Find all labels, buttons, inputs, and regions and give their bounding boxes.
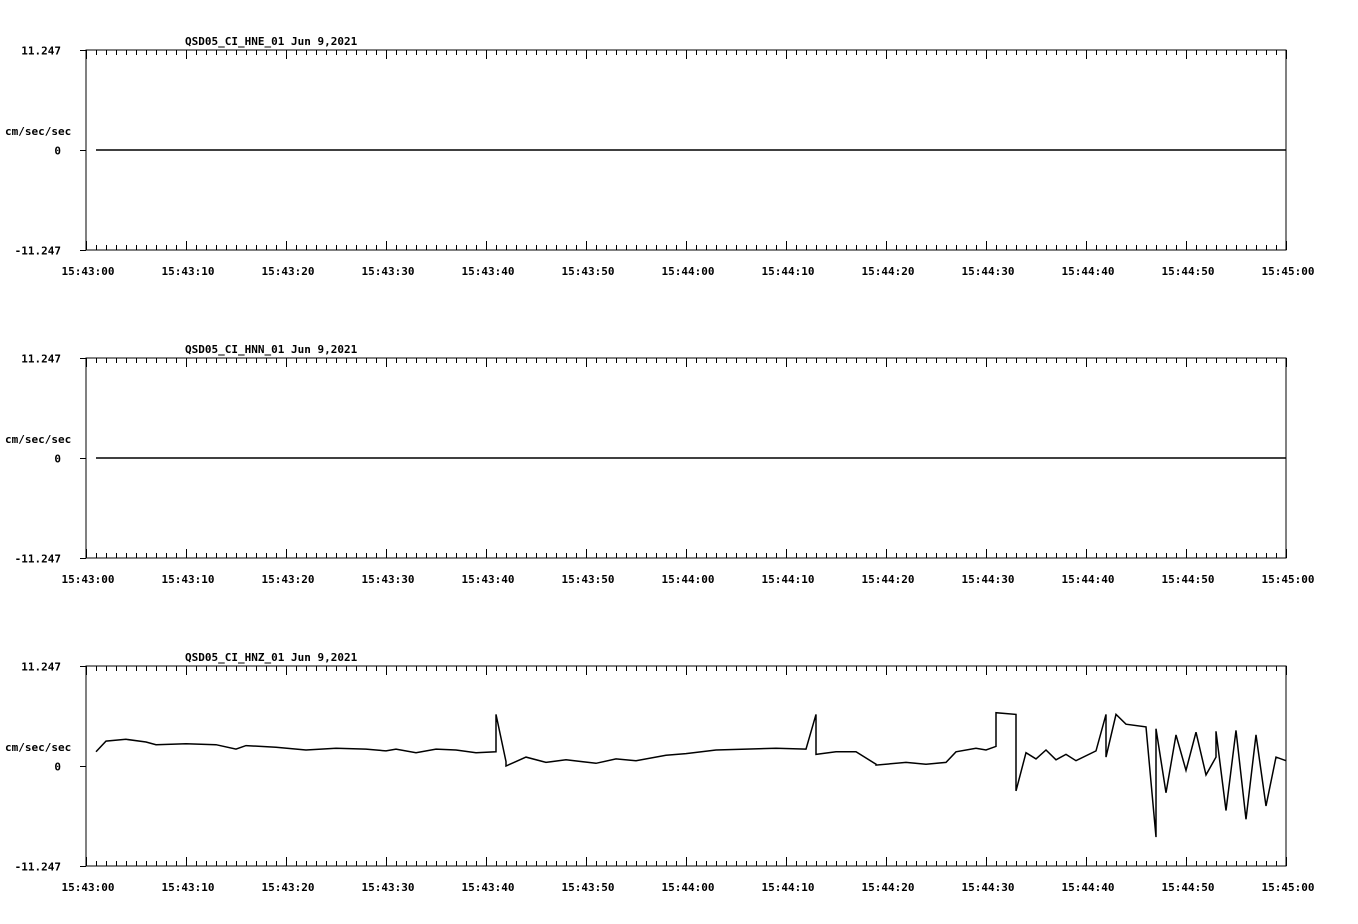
x-tick-label: 15:44:50 [1162,265,1215,278]
x-tick-label: 15:44:50 [1162,573,1215,586]
x-tick-label: 15:44:40 [1062,881,1115,894]
y-tick-label: 11.247 [21,353,61,366]
x-tick-label: 15:43:00 [62,573,115,586]
x-tick-label: 15:43:00 [62,881,115,894]
x-tick-label: 15:44:00 [662,573,715,586]
x-tick-label: 15:44:30 [962,881,1015,894]
x-tick-label: 15:44:30 [962,573,1015,586]
chart-title: QSD05_CI_HNZ_01 Jun 9,2021 [185,651,358,664]
x-tick-label: 15:45:00 [1262,881,1315,894]
x-tick-label: 15:45:00 [1262,573,1315,586]
x-tick-label: 15:43:50 [562,573,615,586]
x-tick-label: 15:44:10 [762,881,815,894]
x-tick-label: 15:43:00 [62,265,115,278]
chart-title: QSD05_CI_HNE_01 Jun 9,2021 [185,35,358,48]
x-tick-label: 15:43:50 [562,881,615,894]
y-axis-label: cm/sec/sec [5,741,71,754]
y-tick-label: -11.247 [15,553,61,566]
x-tick-label: 15:43:20 [262,573,315,586]
y-axis-label: cm/sec/sec [5,125,71,138]
chart-title: QSD05_CI_HNN_01 Jun 9,2021 [185,343,358,356]
y-tick-label: 11.247 [21,661,61,674]
channel-panel-3: 11.247 0 -11.247 cm/sec/sec QSD05_CI_HNZ_01 … [5,651,1314,894]
y-axis-label: cm/sec/sec [5,433,71,446]
x-tick-label: 15:44:10 [762,265,815,278]
channel-panel-1: 11.247 0 -11.247 cm/sec/sec QSD05_CI_HNE_01 … [5,35,1314,278]
waveform-line [95,711,1287,838]
x-tick-label: 15:43:40 [462,881,515,894]
x-tick-label: 15:43:40 [462,265,515,278]
y-tick-label: -11.247 [15,245,61,258]
x-tick-label: 15:43:10 [162,573,215,586]
x-tick-label: 15:44:20 [862,265,915,278]
x-tick-label: 15:45:00 [1262,265,1315,278]
x-tick-label: 15:44:20 [862,573,915,586]
plot-frame [85,665,1287,867]
x-tick-label: 15:43:50 [562,265,615,278]
x-tick-label: 15:44:00 [662,881,715,894]
x-tick-label: 15:43:20 [262,881,315,894]
x-tick-label: 15:43:30 [362,265,415,278]
x-tick-label: 15:43:30 [362,573,415,586]
x-tick-label: 15:44:30 [962,265,1015,278]
y-tick-label: 11.247 [21,45,61,58]
x-tick-label: 15:44:40 [1062,573,1115,586]
x-tick-label: 15:43:10 [162,265,215,278]
x-tick-label: 15:43:10 [162,881,215,894]
channel-panel-2: 11.247 0 -11.247 cm/sec/sec QSD05_CI_HNN_01 … [5,343,1314,586]
y-tick-label: 0 [54,145,61,158]
x-tick-label: 15:44:40 [1062,265,1115,278]
x-tick-label: 15:44:50 [1162,881,1215,894]
y-tick-label: 0 [54,761,61,774]
x-tick-label: 15:43:30 [362,881,415,894]
y-tick-label: 0 [54,453,61,466]
x-tick-label: 15:44:10 [762,573,815,586]
x-tick-label: 15:44:00 [662,265,715,278]
x-tick-label: 15:44:20 [862,881,915,894]
x-tick-label: 15:43:40 [462,573,515,586]
seismogram-figure: 11.247 0 -11.247 cm/sec/sec QSD05_CI_HNE_01 … [5,35,1314,894]
y-tick-label: -11.247 [15,861,61,874]
x-tick-label: 15:43:20 [262,265,315,278]
